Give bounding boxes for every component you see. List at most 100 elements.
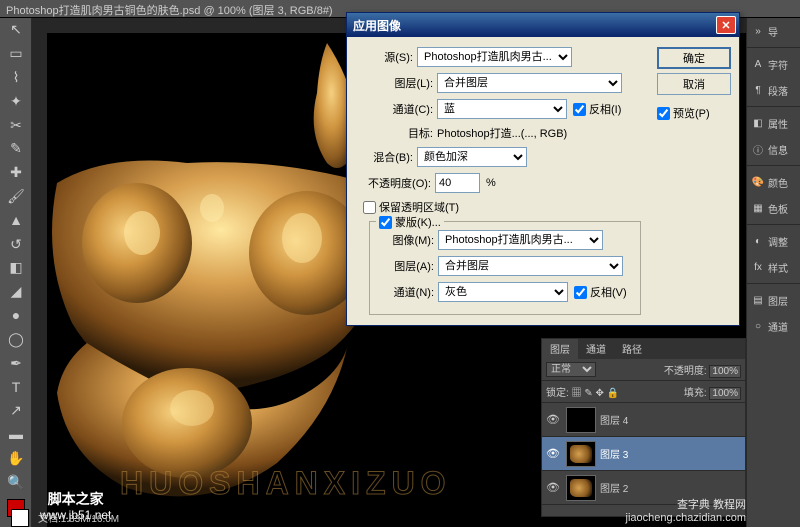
layer-name: 图层 3: [600, 446, 628, 461]
blend-select[interactable]: 颜色加深: [417, 147, 527, 167]
channels-icon: ○: [751, 319, 765, 333]
mask-channel-select[interactable]: 灰色: [438, 282, 568, 302]
eyedropper-tool[interactable]: ✎: [2, 138, 30, 160]
rp-color[interactable]: 🎨颜色: [747, 169, 800, 195]
rp-info[interactable]: ⓘ信息: [747, 136, 800, 162]
shape-tool[interactable]: ▬: [2, 424, 30, 446]
marquee-tool[interactable]: ▭: [2, 43, 30, 65]
layer-select[interactable]: 合并图层: [437, 73, 622, 93]
rp-properties[interactable]: ◧属性: [747, 110, 800, 136]
crop-tool[interactable]: ✂: [2, 114, 30, 136]
eraser-tool[interactable]: ◧: [2, 257, 30, 279]
tab-layers[interactable]: 图层: [542, 339, 578, 359]
tab-paths[interactable]: 路径: [614, 339, 650, 359]
fill-label: 填充:: [684, 388, 707, 399]
layer-thumbnail[interactable]: [566, 475, 596, 501]
tab-channels[interactable]: 通道: [578, 339, 614, 359]
swatches-icon: ▦: [751, 201, 765, 215]
blend-label: 混合(B):: [355, 149, 413, 165]
visibility-icon[interactable]: 👁: [546, 447, 562, 460]
dialog-titlebar[interactable]: 应用图像 ✕: [347, 13, 739, 37]
opacity-unit: %: [486, 177, 496, 189]
layer-label: 图层(L):: [375, 75, 433, 91]
cancel-button[interactable]: 取消: [657, 73, 731, 95]
mask-label: 蒙版(K)...: [395, 214, 441, 230]
watermark-right: 查字典 教程网jiaocheng.chazidian.com: [626, 499, 746, 525]
layer-row[interactable]: 👁 图层 4: [542, 403, 745, 437]
preview-checkbox[interactable]: [657, 107, 670, 120]
mask-invert-checkbox[interactable]: [574, 286, 587, 299]
layers-list: 👁 图层 4 👁 图层 3 👁 图层 2: [542, 403, 745, 505]
move-tool[interactable]: ↖: [2, 19, 30, 41]
apply-image-dialog: 应用图像 ✕ 确定 取消 预览(P) 源(S): Photoshop打造肌肉男古…: [346, 12, 740, 326]
rp-styles[interactable]: fx样式: [747, 254, 800, 280]
type-tool[interactable]: T: [2, 376, 30, 398]
mask-fieldset: 蒙版(K)... 图像(M): Photoshop打造肌肉男古... 图层(A)…: [369, 221, 641, 315]
tools-toolbar: ↖ ▭ ⌇ ✦ ✂ ✎ ✚ 🖌 ▲ ↺ ◧ ◢ ● ◯ ✒ T ↗ ▬ ✋ 🔍: [0, 18, 32, 527]
mask-channel-label: 通道(N):: [376, 284, 434, 300]
hand-tool[interactable]: ✋: [2, 447, 30, 469]
stamp-tool[interactable]: ▲: [2, 209, 30, 231]
pen-tool[interactable]: ✒: [2, 352, 30, 374]
rp-paragraph[interactable]: ¶段落: [747, 77, 800, 103]
visibility-icon[interactable]: 👁: [546, 481, 562, 494]
mask-image-label: 图像(M):: [376, 232, 434, 248]
paragraph-icon: ¶: [751, 83, 765, 97]
brush-tool[interactable]: 🖌: [2, 186, 30, 208]
opacity-label: 不透明度:: [664, 366, 707, 377]
lasso-tool[interactable]: ⌇: [2, 67, 30, 89]
source-select[interactable]: Photoshop打造肌肉男古...: [417, 47, 572, 67]
layer-thumbnail[interactable]: [566, 407, 596, 433]
channel-select[interactable]: 蓝: [437, 99, 567, 119]
opacity-value[interactable]: 100%: [709, 365, 741, 378]
channel-label: 通道(C):: [375, 101, 433, 117]
layer-row[interactable]: 👁 图层 3: [542, 437, 745, 471]
invert-checkbox[interactable]: [573, 103, 586, 116]
rp-adjustments[interactable]: ◐调整: [747, 228, 800, 254]
wand-tool[interactable]: ✦: [2, 90, 30, 112]
properties-icon: ◧: [751, 116, 765, 130]
blend-mode-select[interactable]: 正常: [546, 362, 596, 377]
layers-icon: ▤: [751, 293, 765, 307]
path-tool[interactable]: ↗: [2, 400, 30, 422]
mask-invert-label: 反相(V): [590, 284, 627, 300]
dialog-title: 应用图像: [353, 17, 401, 34]
color-swatches[interactable]: [0, 499, 31, 527]
history-brush-tool[interactable]: ↺: [2, 233, 30, 255]
mask-checkbox[interactable]: [379, 216, 392, 229]
background-color[interactable]: [11, 509, 29, 527]
ok-button[interactable]: 确定: [657, 47, 731, 69]
layer-name: 图层 2: [600, 480, 628, 495]
target-label: 目标:: [375, 125, 433, 141]
rp-character[interactable]: A字符: [747, 51, 800, 77]
layers-panel: 图层 通道 路径 正常 不透明度: 100% 锁定: ▦ ✎ ✥ 🔒 填充: 1…: [541, 338, 746, 517]
rp-swatches[interactable]: ▦色板: [747, 195, 800, 221]
source-label: 源(S):: [355, 49, 413, 65]
mask-layer-select[interactable]: 合并图层: [438, 256, 623, 276]
preserve-transparency-label: 保留透明区域(T): [379, 199, 459, 215]
zoom-tool[interactable]: 🔍: [2, 471, 30, 493]
blur-tool[interactable]: ●: [2, 305, 30, 327]
lock-label: 锁定:: [546, 388, 569, 399]
opacity-input[interactable]: [435, 173, 480, 193]
guide-icon: »: [751, 24, 765, 38]
mask-image-select[interactable]: Photoshop打造肌肉男古...: [438, 230, 603, 250]
layer-thumbnail[interactable]: [566, 441, 596, 467]
color-icon: 🎨: [751, 175, 765, 189]
heal-tool[interactable]: ✚: [2, 162, 30, 184]
dodge-tool[interactable]: ◯: [2, 328, 30, 350]
fill-value[interactable]: 100%: [709, 387, 741, 400]
status-bar: 文档:1.83M/16.0M: [32, 508, 125, 527]
visibility-icon[interactable]: 👁: [546, 413, 562, 426]
rp-guide[interactable]: »导: [747, 18, 800, 44]
styles-icon: fx: [751, 260, 765, 274]
rp-layers[interactable]: ▤图层: [747, 287, 800, 313]
gradient-tool[interactable]: ◢: [2, 281, 30, 303]
info-icon: ⓘ: [751, 142, 765, 156]
adjustments-icon: ◐: [751, 234, 765, 248]
close-button[interactable]: ✕: [716, 16, 736, 34]
preserve-transparency-checkbox[interactable]: [363, 201, 376, 214]
character-icon: A: [751, 57, 765, 71]
rp-channels[interactable]: ○通道: [747, 313, 800, 339]
watermark-center: HUOSHANXIZUO: [120, 465, 452, 502]
